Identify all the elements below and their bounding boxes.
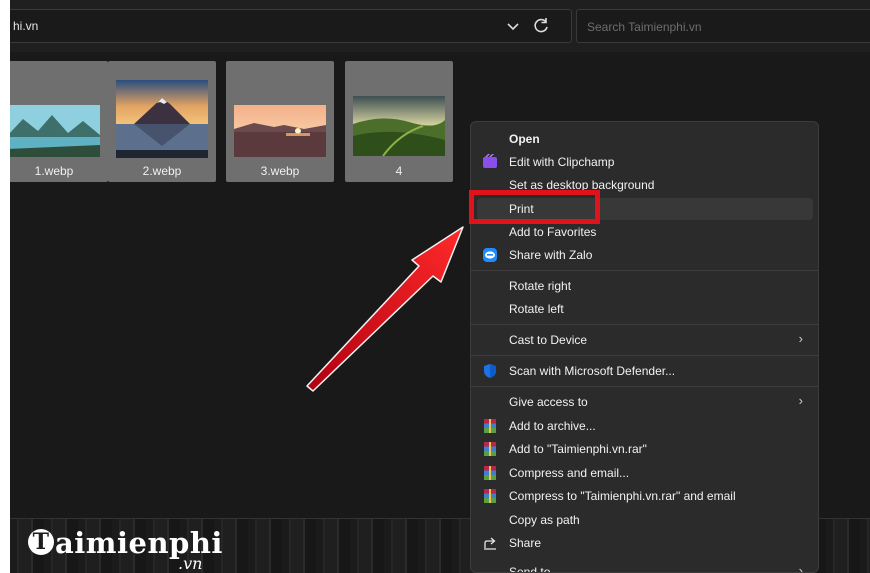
red-arrow-annotation-icon bbox=[306, 226, 464, 392]
